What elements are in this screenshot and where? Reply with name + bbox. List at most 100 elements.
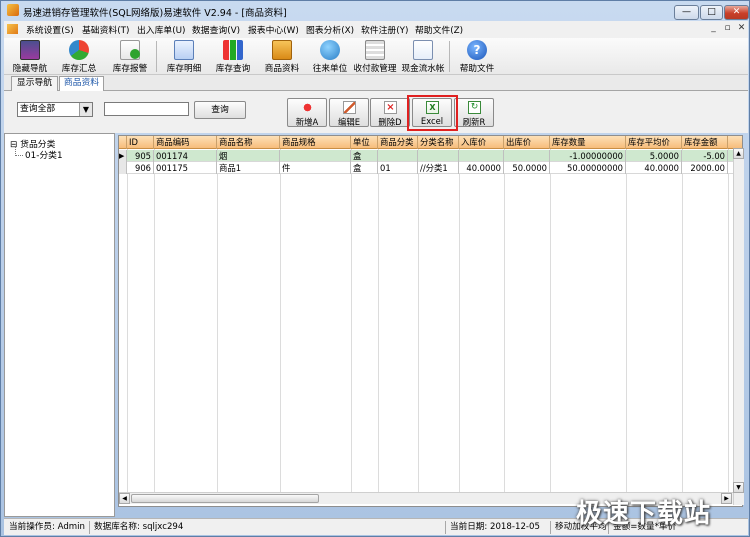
header-product-code[interactable]: 商品编码: [154, 136, 217, 149]
menu-registration[interactable]: 软件注册(Y): [361, 23, 408, 36]
cell-category-name[interactable]: [418, 150, 459, 162]
query-scope-select[interactable]: 查询全部 ▼: [17, 102, 93, 117]
cell-category[interactable]: [378, 150, 418, 162]
menu-basic-data[interactable]: 基础资料(T): [82, 23, 129, 36]
users-icon: [320, 40, 340, 60]
scroll-right-icon[interactable]: ▶: [721, 493, 732, 504]
header-stock-qty[interactable]: 库存数量: [550, 136, 626, 149]
header-unit[interactable]: 单位: [351, 136, 378, 149]
mdi-minimize-icon[interactable]: _: [707, 23, 720, 35]
payment-management-button[interactable]: 收付款管理: [350, 39, 400, 74]
stock-query-button[interactable]: 库存查询: [211, 39, 255, 74]
cell-unit[interactable]: 盒: [351, 150, 378, 162]
maximize-button[interactable]: □: [700, 5, 723, 20]
cell-unit[interactable]: 盒: [351, 162, 378, 174]
grid-line: [351, 149, 352, 494]
scroll-left-icon[interactable]: ◀: [119, 493, 130, 504]
menu-system-settings[interactable]: 系统设置(S): [26, 23, 74, 36]
header-category-name[interactable]: 分类名称: [418, 136, 459, 149]
delete-icon: ×: [384, 101, 397, 114]
add-button[interactable]: 新增A: [287, 98, 327, 127]
search-input[interactable]: [104, 102, 189, 116]
product-data-button[interactable]: 商品资料: [260, 39, 304, 74]
partners-button[interactable]: 往来单位: [308, 39, 352, 74]
edit-icon: [343, 101, 356, 114]
cell-out-price[interactable]: [504, 150, 550, 162]
cell-product-name[interactable]: 烟: [217, 150, 280, 162]
menu-app-icon: [7, 24, 18, 34]
cell-in-price[interactable]: [459, 150, 504, 162]
chevron-down-icon[interactable]: ▼: [79, 103, 92, 116]
menu-help-file[interactable]: 帮助文件(Z): [415, 23, 463, 36]
query-button[interactable]: 查询: [194, 101, 246, 119]
cell-product-spec[interactable]: [280, 150, 351, 162]
cell-stock-qty[interactable]: -1.00000000: [550, 150, 626, 162]
menu-report-center[interactable]: 报表中心(W): [248, 23, 299, 36]
tab-product-data[interactable]: 商品资料: [59, 76, 104, 91]
cell-id[interactable]: 906: [127, 162, 154, 174]
menu-chart-analysis[interactable]: 图表分析(X): [306, 23, 354, 36]
grid-line: [682, 149, 683, 494]
cell-avg-price[interactable]: 5.0000: [626, 150, 682, 162]
cell-stock-amount[interactable]: 2000.00: [682, 162, 728, 174]
mdi-restore-icon[interactable]: ▫: [721, 23, 734, 35]
header-out-price[interactable]: 出库价: [504, 136, 550, 149]
line-chart-icon: [174, 40, 194, 60]
grid-line: [459, 149, 460, 494]
scroll-thumb[interactable]: [131, 494, 319, 503]
magnifier-doc-icon: [413, 40, 433, 60]
scroll-down-icon[interactable]: ▼: [733, 482, 744, 493]
help-button[interactable]: ? 帮助文件: [455, 39, 499, 74]
collapse-icon[interactable]: ⊟: [10, 140, 17, 150]
header-indicator: [119, 136, 127, 149]
cell-id[interactable]: 905: [127, 150, 154, 162]
cell-in-price[interactable]: 40.0000: [459, 162, 504, 174]
cell-out-price[interactable]: 50.0000: [504, 162, 550, 174]
header-product-spec[interactable]: 商品规格: [280, 136, 351, 149]
header-category[interactable]: 商品分类: [378, 136, 418, 149]
row-selector[interactable]: [119, 162, 127, 174]
cell-stock-qty[interactable]: 50.00000000: [550, 162, 626, 174]
cell-avg-price[interactable]: 40.0000: [626, 162, 682, 174]
delete-button[interactable]: × 删除D: [370, 98, 410, 127]
refresh-button[interactable]: ↻ 刷新R: [454, 98, 494, 127]
minimize-button[interactable]: —: [674, 5, 699, 20]
category-tree: ⊟ 货品分类 01-分类1: [4, 133, 115, 517]
tree-node-category1[interactable]: 01-分类1: [25, 148, 63, 161]
close-button[interactable]: ✕: [724, 5, 749, 20]
cell-product-name[interactable]: 商品1: [217, 162, 280, 174]
header-stock-amount[interactable]: 库存金额: [682, 136, 728, 149]
cell-product-code[interactable]: 001174: [154, 150, 217, 162]
stock-alert-label: 库存报警: [112, 64, 148, 74]
excel-highlight-box: [407, 95, 458, 131]
mdi-close-icon[interactable]: ✕: [735, 23, 748, 35]
hide-nav-button[interactable]: 隐藏导航: [8, 39, 52, 74]
header-product-name[interactable]: 商品名称: [217, 136, 280, 149]
header-avg-price[interactable]: 库存平均价: [626, 136, 682, 149]
stock-alert-button[interactable]: 库存报警: [108, 39, 152, 74]
cash-ledger-button[interactable]: 现金流水帐: [401, 39, 445, 74]
add-icon: [301, 101, 314, 114]
stock-detail-button[interactable]: 库存明细: [162, 39, 206, 74]
edit-button[interactable]: 编辑E: [329, 98, 369, 127]
scroll-up-icon[interactable]: ▲: [733, 148, 744, 159]
header-id[interactable]: ID: [127, 136, 154, 149]
toolbar-separator: [156, 41, 157, 72]
tab-show-navigation[interactable]: 显示导航: [11, 76, 58, 91]
cell-stock-amount[interactable]: -5.00: [682, 150, 728, 162]
hide-nav-label: 隐藏导航: [12, 64, 48, 74]
menu-stock-orders[interactable]: 出入库单(U): [137, 23, 186, 36]
table-row[interactable]: ▶ 905 001174 烟 盒 -1.00000000 5.0000 -5.0…: [119, 150, 733, 162]
row-selector-icon[interactable]: ▶: [119, 150, 127, 162]
cell-category-name[interactable]: //分类1: [418, 162, 459, 174]
help-icon: ?: [467, 40, 487, 60]
cell-product-spec[interactable]: 件: [280, 162, 351, 174]
header-in-price[interactable]: 入库价: [459, 136, 504, 149]
table-row[interactable]: 906 001175 商品1 件 盒 01 //分类1 40.0000 50.0…: [119, 162, 733, 174]
grid-line: [504, 149, 505, 494]
stock-summary-button[interactable]: 库存汇总: [57, 39, 101, 74]
vertical-scrollbar[interactable]: ▲ ▼: [733, 148, 744, 505]
menu-data-query[interactable]: 数据查询(V): [192, 23, 240, 36]
cell-product-code[interactable]: 001175: [154, 162, 217, 174]
cell-category[interactable]: 01: [378, 162, 418, 174]
